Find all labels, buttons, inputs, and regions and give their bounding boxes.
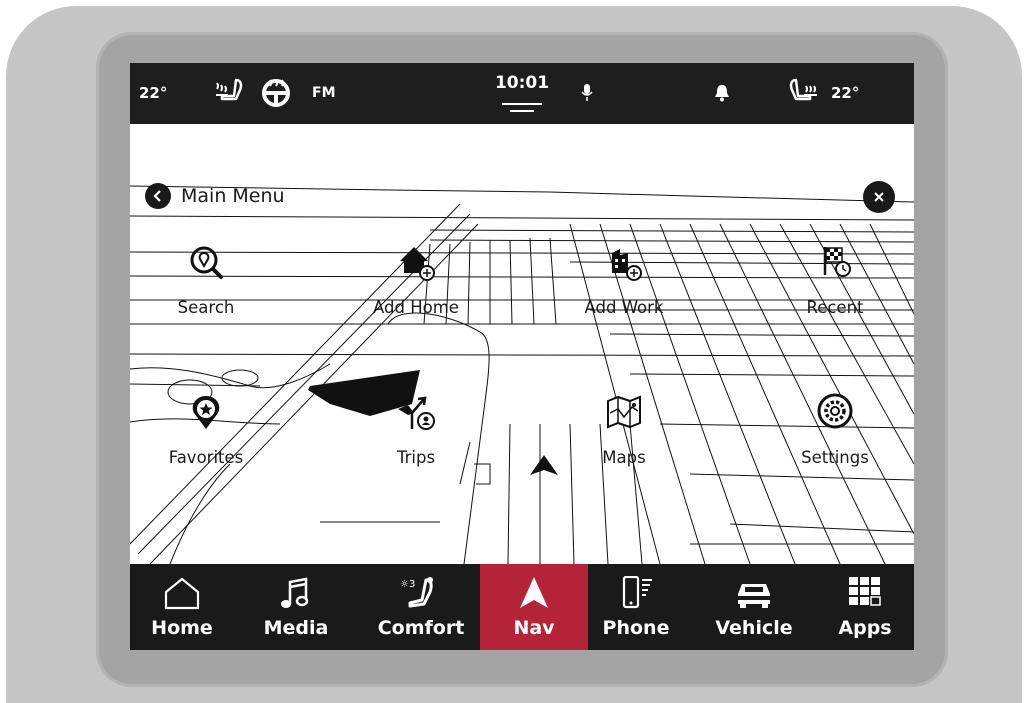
map-view[interactable]: Main Menu xyxy=(130,124,914,564)
clock[interactable]: 10:01 xyxy=(492,73,552,93)
main-menu-button[interactable]: Main Menu xyxy=(145,182,285,210)
main-menu-label: Main Menu xyxy=(181,185,285,207)
nav-comfort-label: Comfort xyxy=(377,617,465,639)
tile-add-home[interactable]: Add Home xyxy=(346,243,486,339)
tile-trips-label: Trips xyxy=(396,448,436,467)
bottom-navigation-bar: Home Media ☼3 Comfort Nav Phone Vehicle … xyxy=(130,564,914,650)
nav-home-label: Home xyxy=(151,617,213,639)
recent-flag-icon xyxy=(823,247,851,277)
work-building-icon xyxy=(612,249,642,281)
tile-search-label: Search xyxy=(177,298,235,317)
bell-icon[interactable] xyxy=(714,83,730,107)
trips-icon xyxy=(398,396,435,430)
tile-settings[interactable]: Settings xyxy=(765,393,905,489)
heated-seat-icon[interactable] xyxy=(214,77,248,111)
comfort-seat-icon: ☼3 xyxy=(400,577,433,608)
maps-icon xyxy=(607,395,641,429)
nav-apps-label: Apps xyxy=(838,617,892,639)
nav-home[interactable]: Home xyxy=(138,564,226,650)
nav-media[interactable]: Media xyxy=(246,564,346,650)
nav-media-label: Media xyxy=(263,617,329,639)
home-add-icon xyxy=(400,247,435,281)
tile-add-home-label: Add Home xyxy=(373,298,459,317)
tile-settings-label: Settings xyxy=(801,448,869,467)
nav-navigation-label: Nav xyxy=(513,617,555,639)
tile-add-work-label: Add Work xyxy=(584,298,664,317)
chevron-left-icon xyxy=(145,183,171,209)
tile-recent[interactable]: Recent xyxy=(765,243,905,339)
touchscreen: 22° FM 10:01 22° Main Menu Search Add Ho… xyxy=(130,63,914,650)
favorite-pin-icon xyxy=(192,396,220,429)
settings-gear-icon xyxy=(817,393,853,429)
tile-recent-label: Recent xyxy=(806,298,864,317)
microphone-icon[interactable] xyxy=(581,83,593,107)
clock-underline-short xyxy=(510,110,534,112)
close-button[interactable] xyxy=(863,181,895,213)
passenger-heated-seat-icon[interactable] xyxy=(786,77,820,111)
vehicle-icon xyxy=(736,584,772,608)
tile-maps-label: Maps xyxy=(602,448,646,467)
nav-navigation[interactable]: Nav xyxy=(480,564,588,650)
nav-apps[interactable]: Apps xyxy=(824,564,906,650)
tile-favorites-label: Favorites xyxy=(168,448,244,467)
tile-trips[interactable]: Trips xyxy=(346,393,486,489)
nav-arrow-icon xyxy=(520,577,548,608)
clock-underline xyxy=(502,103,542,105)
tile-add-work[interactable]: Add Work xyxy=(554,243,694,339)
status-bar: 22° FM 10:01 22° xyxy=(130,63,914,124)
heated-steering-icon[interactable] xyxy=(261,78,291,112)
radio-source[interactable]: FM xyxy=(312,63,336,124)
nav-phone[interactable]: Phone xyxy=(592,564,680,650)
nav-comfort[interactable]: ☼3 Comfort xyxy=(366,564,476,650)
passenger-temperature[interactable]: 22° xyxy=(831,63,859,124)
svg-text:☼3: ☼3 xyxy=(400,579,415,590)
close-icon xyxy=(874,192,884,202)
home-icon xyxy=(164,577,200,610)
tile-search[interactable]: Search xyxy=(136,243,276,339)
phone-icon xyxy=(622,576,652,609)
tile-favorites[interactable]: Favorites xyxy=(136,393,276,489)
driver-temperature[interactable]: 22° xyxy=(139,63,167,124)
search-pin-icon xyxy=(190,246,223,279)
nav-vehicle[interactable]: Vehicle xyxy=(704,564,804,650)
nav-vehicle-label: Vehicle xyxy=(715,617,793,639)
nav-phone-label: Phone xyxy=(602,617,670,639)
apps-grid-icon xyxy=(849,577,881,606)
music-note-icon xyxy=(281,577,309,608)
tile-maps[interactable]: Maps xyxy=(554,393,694,489)
